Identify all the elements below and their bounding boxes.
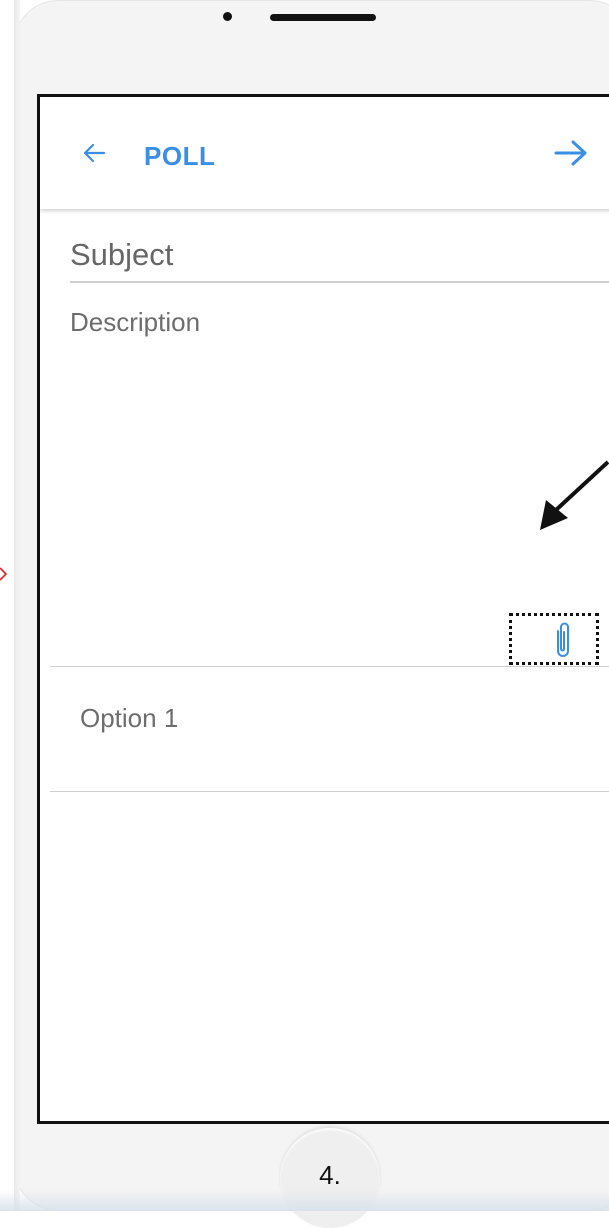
- step-label: 4.: [319, 1160, 341, 1190]
- bottom-edge: [0, 1190, 609, 1211]
- paperclip-icon[interactable]: [552, 619, 574, 663]
- option-1-input[interactable]: Option 1: [80, 703, 178, 734]
- divider: [50, 666, 609, 667]
- description-input[interactable]: Description: [70, 307, 200, 338]
- arrow-right-icon[interactable]: [554, 139, 588, 167]
- front-camera: [223, 12, 232, 21]
- subject-input[interactable]: Subject: [70, 229, 609, 283]
- phone-edge: [14, 0, 20, 1211]
- callout-arrow-icon: [540, 460, 609, 530]
- page-title: POLL: [144, 141, 216, 171]
- app-bar: POLL: [40, 97, 609, 209]
- divider: [50, 791, 609, 792]
- arrow-left-icon[interactable]: [82, 141, 106, 165]
- red-mark-icon: [0, 567, 8, 581]
- earpiece-speaker: [270, 14, 376, 21]
- phone-screen: POLL Subject Description Option 1: [37, 94, 609, 1124]
